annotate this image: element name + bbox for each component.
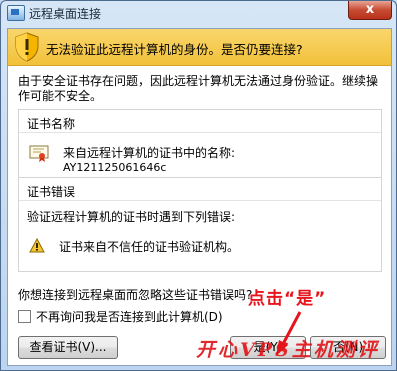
watermark-text: 开心VPS主机测评 bbox=[196, 339, 380, 361]
certificate-error-group: 证书错误 验证远程计算机的证书时遇到下列错误: 证书来自不信任的证书验证机构。 bbox=[18, 177, 382, 272]
warning-banner: 无法验证此远程计算机的身份。是否仍要连接? bbox=[8, 29, 391, 66]
remote-desktop-dialog: 远程桌面连接 x 无法验证此远程计算机的身份。是否仍要连接? 由于安全证书存在问… bbox=[0, 0, 397, 371]
banner-text: 无法验证此远程计算机的身份。是否仍要连接? bbox=[46, 42, 303, 57]
annotation-text: 点击“是” bbox=[248, 289, 327, 309]
divider bbox=[19, 132, 381, 133]
error-intro-text: 验证远程计算机的证书时遇到下列错误: bbox=[27, 210, 236, 224]
description-text: 由于安全证书存在问题，因此远程计算机无法通过身份验证。继续操作可能不安全。 bbox=[18, 74, 379, 103]
close-button[interactable]: x bbox=[348, 1, 392, 20]
error-group-title: 证书错误 bbox=[27, 185, 76, 199]
dont-ask-checkbox[interactable] bbox=[18, 310, 31, 323]
error-detail-text: 证书来自不信任的证书验证机构。 bbox=[59, 240, 240, 254]
window-title: 远程桌面连接 bbox=[29, 7, 102, 21]
certificate-name-group: 证书名称 来自远程计算机的证书中的名称: AY121125061646c bbox=[18, 109, 382, 181]
view-certificate-button[interactable]: 查看证书(V)... bbox=[18, 336, 118, 359]
remote-desktop-icon bbox=[7, 5, 25, 21]
dialog-content: 无法验证此远程计算机的身份。是否仍要连接? 由于安全证书存在问题，因此远程计算机… bbox=[7, 28, 392, 366]
certificate-icon bbox=[29, 145, 49, 162]
divider bbox=[19, 200, 381, 201]
cert-group-title: 证书名称 bbox=[27, 117, 76, 131]
shield-warning-icon bbox=[15, 32, 39, 62]
cert-name-value: AY121125061646c bbox=[63, 161, 167, 174]
question-text: 你想连接到远程桌面而忽略这些证书错误吗? bbox=[18, 288, 253, 302]
cert-name-label: 来自远程计算机的证书中的名称: bbox=[63, 146, 236, 160]
dont-ask-label[interactable]: 不再询问我是否连接到此计算机(D) bbox=[36, 308, 223, 325]
warning-icon bbox=[29, 238, 45, 253]
title-bar[interactable]: 远程桌面连接 x bbox=[1, 1, 396, 25]
